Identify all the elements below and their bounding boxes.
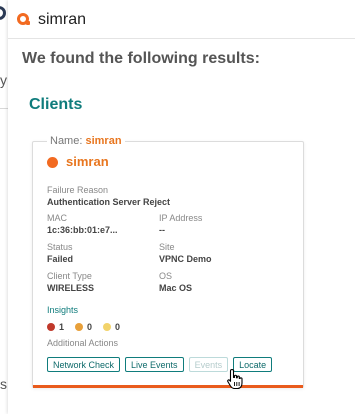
field-label: IP Address bbox=[159, 213, 203, 223]
insight-critical[interactable]: 1 bbox=[47, 322, 64, 332]
field-value: 1c:36:bb:01:e7... bbox=[47, 225, 118, 235]
client-name-link[interactable]: simran bbox=[66, 154, 109, 169]
background-divider bbox=[0, 108, 8, 109]
field-value: Authentication Server Reject bbox=[47, 197, 171, 207]
client-status-dot-icon bbox=[47, 157, 58, 168]
client-result-card[interactable]: Name: simran simran Failure Reason Authe… bbox=[32, 135, 304, 388]
field-ip-address: IP Address -- bbox=[159, 213, 202, 236]
critical-dot-icon bbox=[47, 323, 55, 331]
insight-major[interactable]: 0 bbox=[75, 322, 92, 332]
field-label: OS bbox=[159, 271, 173, 281]
field-client-type: Client Type WIRELESS bbox=[47, 271, 94, 294]
background-logo-fragment bbox=[0, 6, 6, 20]
insights-row: 1 0 0 bbox=[47, 321, 131, 333]
major-dot-icon bbox=[75, 323, 84, 331]
section-title-clients: Clients bbox=[29, 96, 83, 113]
field-failure-reason: Failure Reason Authentication Server Rej… bbox=[47, 185, 170, 208]
insight-minor[interactable]: 0 bbox=[103, 322, 120, 332]
background-page: y s bbox=[0, 0, 8, 414]
field-value: WIRELESS bbox=[47, 283, 95, 293]
field-os: OS Mac OS bbox=[159, 271, 192, 294]
field-site: Site VPNC Demo bbox=[159, 242, 212, 265]
card-legend: Name: simran bbox=[47, 135, 125, 147]
legend-label: Name: bbox=[50, 135, 83, 147]
legend-value: simran bbox=[85, 135, 122, 147]
field-mac: MAC 1c:36:bb:01:e7... bbox=[47, 213, 118, 236]
field-value: Mac OS bbox=[159, 283, 193, 293]
field-value: VPNC Demo bbox=[159, 254, 212, 264]
field-value: -- bbox=[159, 225, 165, 235]
field-label: Site bbox=[159, 242, 175, 252]
field-value: Failed bbox=[47, 254, 74, 264]
insight-count: 0 bbox=[115, 322, 121, 332]
hand-pointer-icon bbox=[227, 368, 243, 390]
events-button[interactable]: Events bbox=[188, 357, 229, 372]
field-label: Status bbox=[47, 242, 73, 252]
search-input[interactable] bbox=[36, 8, 340, 32]
insight-count: 0 bbox=[87, 322, 93, 332]
field-label: MAC bbox=[47, 213, 67, 223]
network-check-button[interactable]: Network Check bbox=[47, 357, 121, 372]
field-label: Client Type bbox=[47, 271, 92, 281]
live-events-button[interactable]: Live Events bbox=[125, 357, 184, 372]
results-heading: We found the following results: bbox=[22, 50, 260, 67]
field-status: Status Failed bbox=[47, 242, 73, 265]
background-text-fragment: y bbox=[0, 72, 7, 88]
insights-link[interactable]: Insights bbox=[47, 305, 78, 315]
card-accent-bar bbox=[33, 385, 303, 388]
insight-count: 1 bbox=[59, 322, 65, 332]
search-results-popup: We found the following results: Clients … bbox=[8, 0, 355, 414]
field-label: Failure Reason bbox=[47, 185, 109, 195]
additional-actions-label: Additional Actions bbox=[47, 338, 119, 348]
minor-dot-icon bbox=[103, 323, 112, 331]
aruba-logo-icon bbox=[17, 13, 30, 25]
background-text-fragment: s bbox=[0, 376, 7, 392]
search-bar bbox=[8, 0, 355, 39]
